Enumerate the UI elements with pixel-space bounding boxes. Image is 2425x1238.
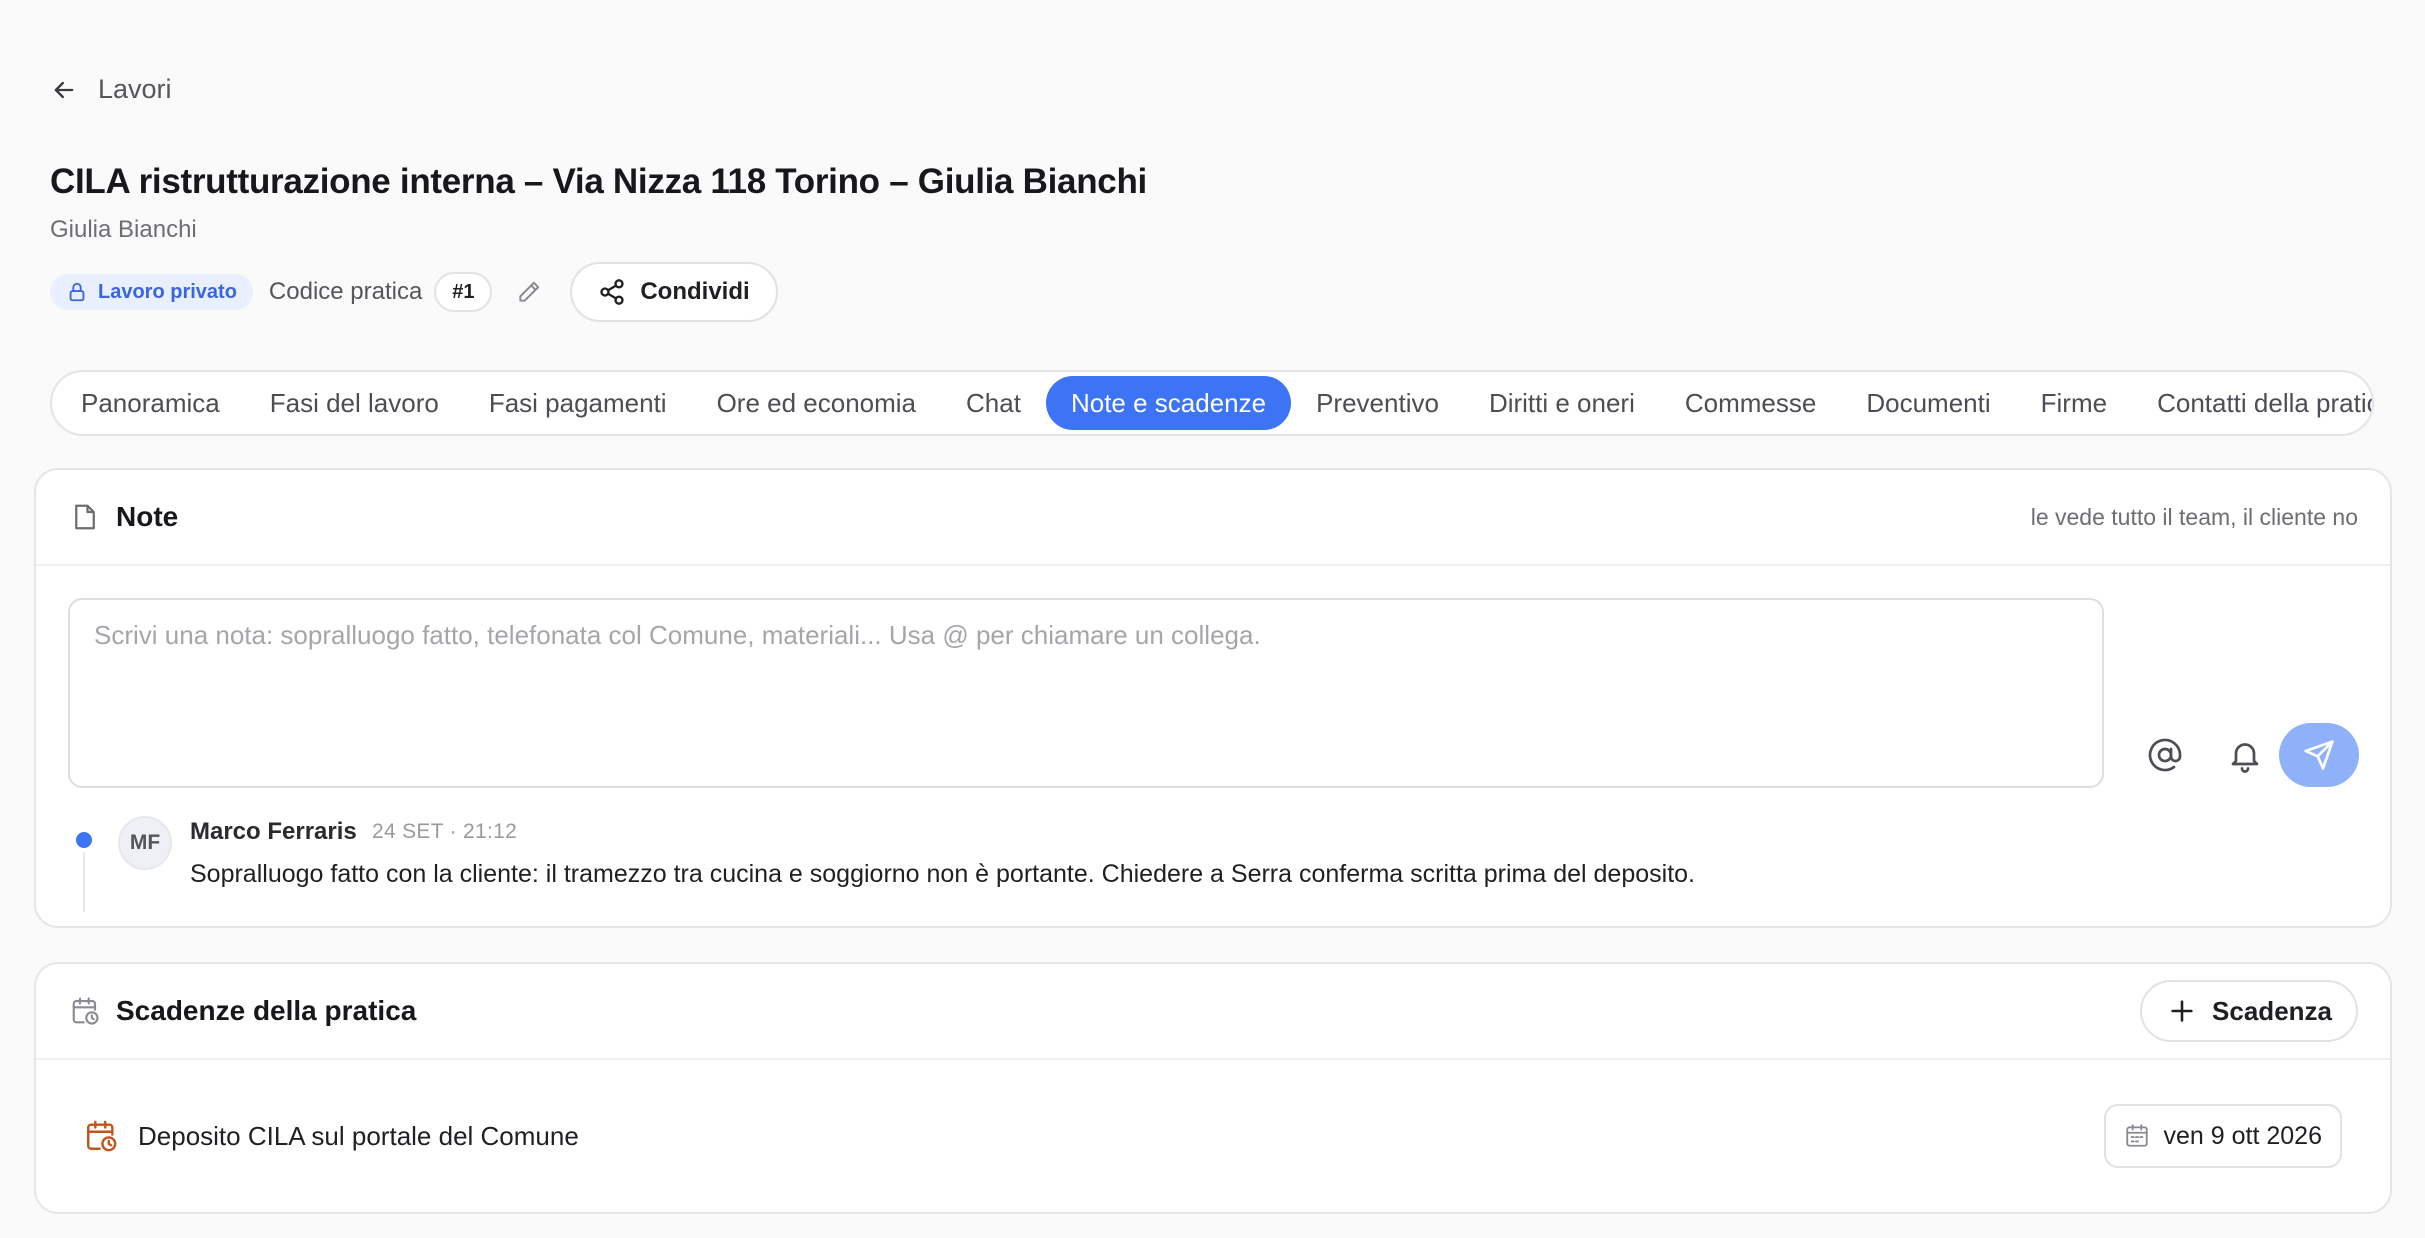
add-deadline-label: Scadenza [2212,995,2332,1026]
share-label: Condividi [640,278,750,305]
tab-documenti[interactable]: Documenti [1841,376,2015,430]
tab-bar: Panoramica Fasi del lavoro Fasi pagament… [50,370,2374,436]
tab-ore-economia[interactable]: Ore ed economia [692,376,941,430]
share-button[interactable]: Condividi [570,262,778,322]
timeline-line [83,852,85,912]
calendar-clock-icon [72,997,99,1025]
tab-contatti-pratica[interactable]: Contatti della pratica [2132,376,2372,430]
client-name: Giulia Bianchi [50,216,197,243]
avatar: MF [118,816,172,870]
tab-chat[interactable]: Chat [941,376,1046,430]
notify-button[interactable] [2222,732,2268,778]
tab-fasi-pagamenti[interactable]: Fasi pagamenti [464,376,692,430]
tab-panoramica[interactable]: Panoramica [56,376,245,430]
plus-icon [2171,1000,2193,1022]
code-value: #1 [434,272,493,312]
document-icon [75,504,95,530]
tab-note-scadenze[interactable]: Note e scadenze [1045,376,1292,430]
page-title: CILA ristrutturazione interna – Via Nizz… [50,162,1147,201]
notes-card: Note le vede tutto il team, il cliente n… [34,468,2392,928]
deadline-date-button[interactable]: ven 9 ott 2026 [2103,1104,2342,1168]
back-link[interactable]: Lavori [50,74,172,105]
deadline-date: ven 9 ott 2026 [2163,1121,2322,1150]
bell-icon [2231,743,2259,773]
page: Lavori CILA ristrutturazione interna – V… [0,0,2425,1238]
lock-icon [69,282,85,302]
add-deadline-button[interactable]: Scadenza [2140,980,2358,1042]
share-icon [600,279,625,305]
note-author: Marco Ferraris [190,818,357,845]
notes-title: Note [116,501,179,532]
pencil-icon [519,281,540,302]
tab-firme[interactable]: Firme [2016,376,2132,430]
private-badge: Lavoro privato [50,274,253,310]
tab-commesse[interactable]: Commesse [1660,376,1841,430]
deadlines-title: Scadenze della pratica [116,995,417,1026]
back-label: Lavori [98,74,172,104]
arrow-left-icon [54,81,74,98]
calendar-clock-icon [87,1120,117,1152]
edit-code-button[interactable] [514,277,544,307]
send-icon [2304,740,2334,770]
meta-row: Lavoro privato Codice pratica #1 Condivi… [50,262,778,322]
at-icon [2148,738,2182,772]
calendar-icon [2125,1124,2148,1147]
code-label: Codice pratica [268,278,423,305]
mention-button[interactable] [2142,732,2188,778]
note-timestamp: 24 SET · 21:12 [372,820,518,843]
note-text: Sopralluogo fatto con la cliente: il tra… [190,860,1695,888]
notes-visibility: le vede tutto il team, il cliente no [2030,503,2358,530]
send-note-button[interactable] [2279,723,2359,787]
timeline-dot [76,832,92,848]
private-badge-label: Lavoro privato [98,280,237,303]
tab-fasi-lavoro[interactable]: Fasi del lavoro [245,376,464,430]
tab-diritti-oneri[interactable]: Diritti e oneri [1464,376,1660,430]
deadline-row: Deposito CILA sul portale del Comune ven… [84,1104,2342,1168]
deadlines-card: Scadenze della pratica Scadenza Deposito… [34,962,2392,1214]
notes-header: Note le vede tutto il team, il cliente n… [36,470,2390,566]
deadlines-header: Scadenze della pratica Scadenza [36,964,2390,1060]
note-input[interactable] [68,598,2104,788]
deadline-label: Deposito CILA sul portale del Comune [138,1120,579,1151]
tab-preventivo[interactable]: Preventivo [1291,376,1464,430]
